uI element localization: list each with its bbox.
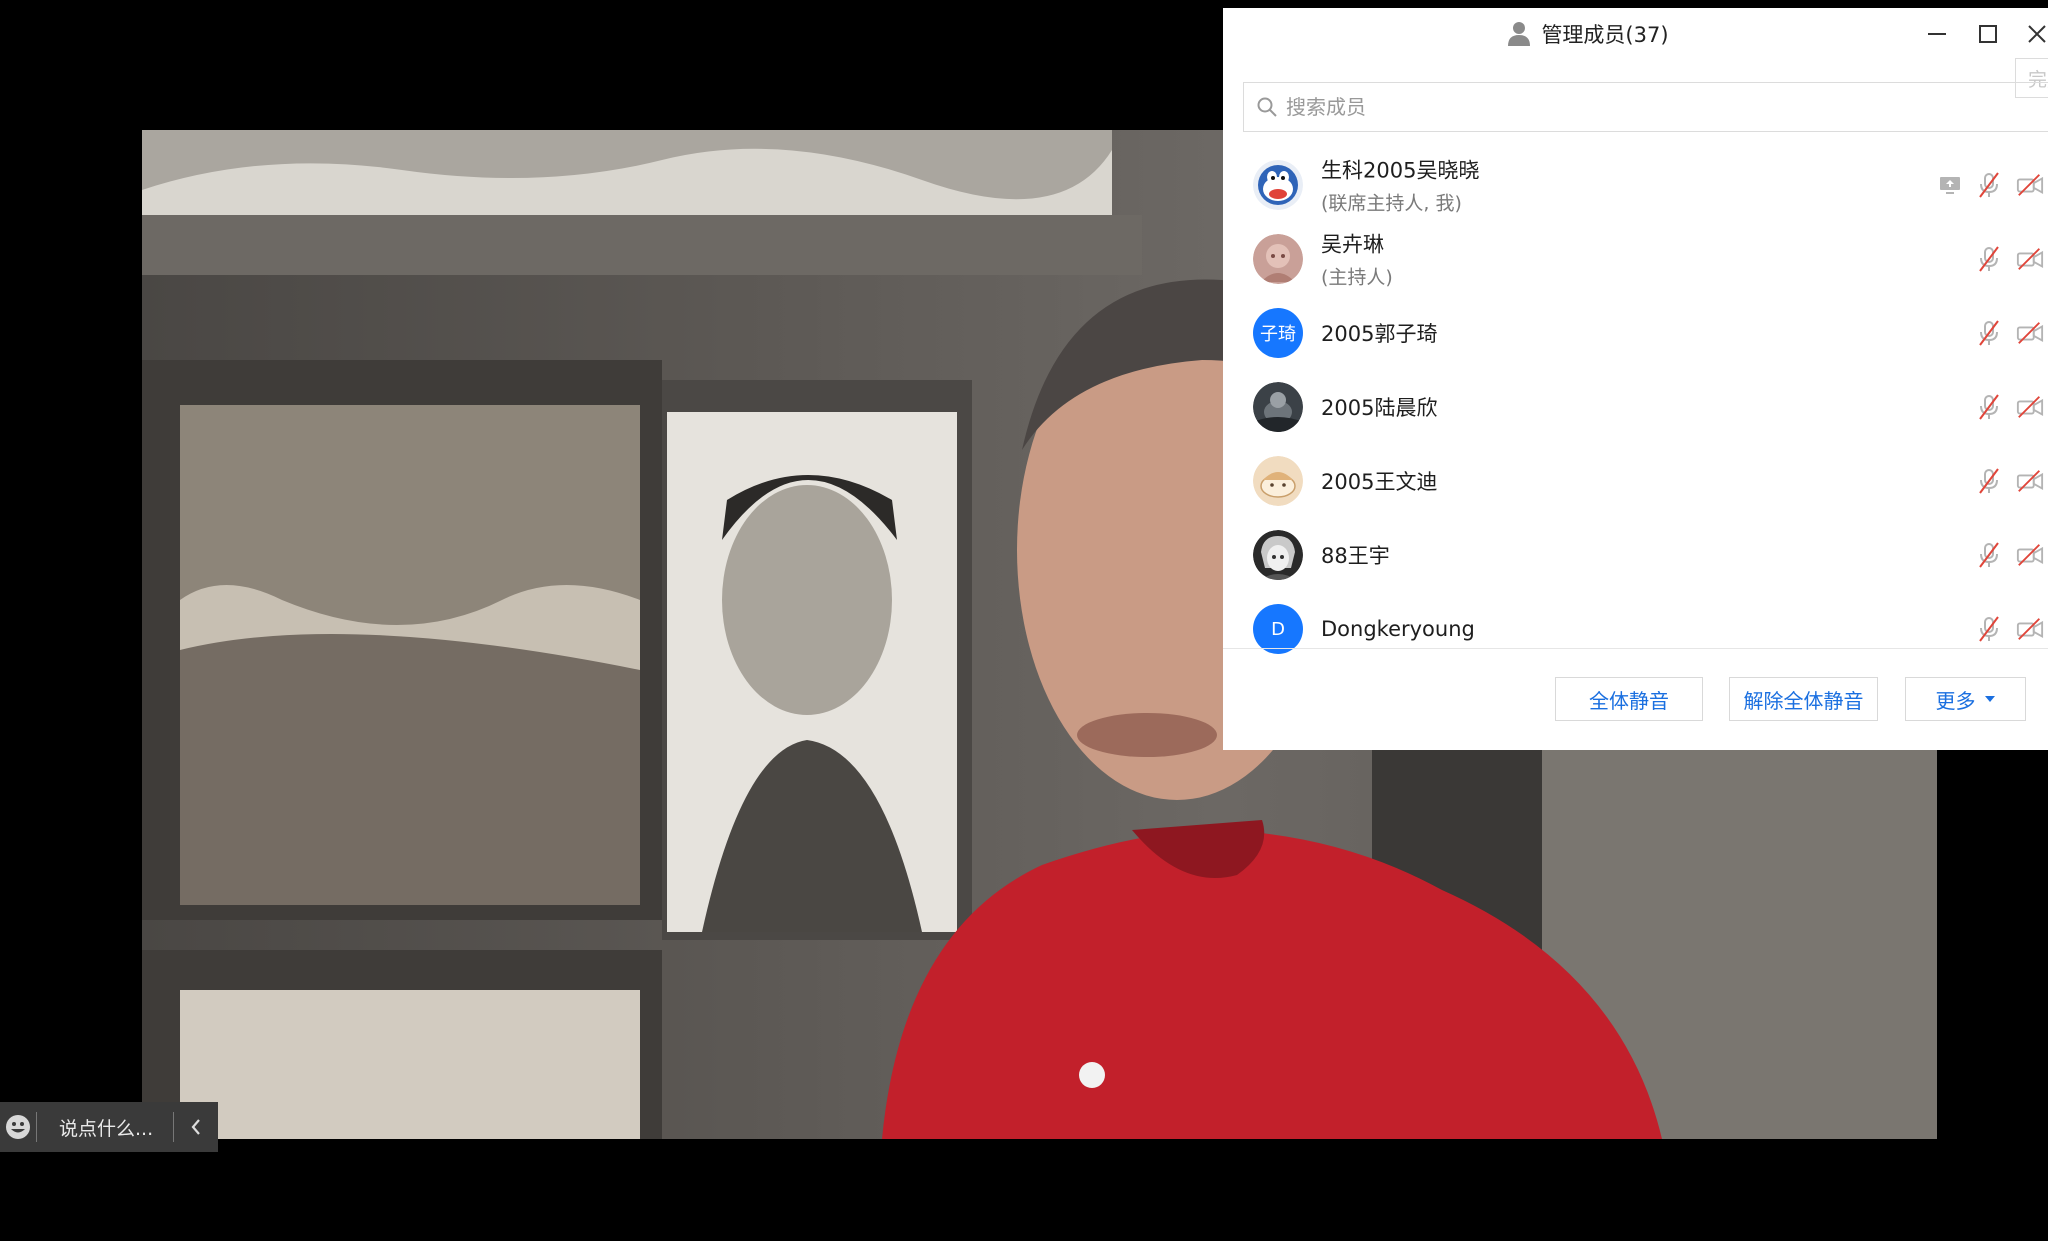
mic-muted-icon[interactable] <box>1975 467 2003 495</box>
member-name: Dongkeryoung <box>1321 617 1475 641</box>
mic-muted-icon[interactable] <box>1975 541 2003 569</box>
minimize-icon <box>1928 33 1946 35</box>
manage-members-panel: 管理成员(37) 完成 <box>1223 8 2048 750</box>
camera-off-icon[interactable] <box>2016 393 2044 421</box>
member-role: (联席主持人, 我) <box>1321 192 1462 215</box>
camera-off-icon[interactable] <box>2016 171 2044 199</box>
list-item[interactable]: 88王宇 <box>1223 518 2048 592</box>
chat-bar: 说点什么... <box>0 1102 218 1152</box>
maximize-icon <box>1979 25 1997 43</box>
member-role: (主持人) <box>1321 266 1393 289</box>
person-icon <box>1508 22 1531 46</box>
close-button[interactable] <box>2024 21 2048 47</box>
mic-muted-icon[interactable] <box>1975 319 2003 347</box>
more-label: 更多 <box>1935 688 1976 713</box>
mute-all-button[interactable]: 全体静音 <box>1555 677 1703 721</box>
unmute-all-button[interactable]: 解除全体静音 <box>1729 677 1878 721</box>
panel-titlebar: 管理成员(37) <box>1223 8 2048 60</box>
member-name: 2005王文迪 <box>1321 470 1438 494</box>
search-input[interactable] <box>1286 95 1886 119</box>
list-item[interactable]: D Dongkeryoung <box>1223 592 2048 666</box>
mic-muted-icon[interactable] <box>1975 393 2003 421</box>
avatar <box>1253 530 1303 580</box>
avatar: 子琦 <box>1253 308 1303 358</box>
avatar <box>1253 160 1303 210</box>
footer-divider <box>1223 648 2048 649</box>
list-item[interactable]: 生科2005吴晓晓 (联席主持人, 我) <box>1223 148 2048 222</box>
member-name: 2005郭子琦 <box>1321 322 1438 346</box>
chevron-left-icon[interactable] <box>174 1102 218 1152</box>
screen-share-icon[interactable] <box>1936 171 1964 199</box>
camera-off-icon[interactable] <box>2016 467 2044 495</box>
list-item[interactable]: 2005陆晨欣 <box>1223 370 2048 444</box>
member-list: 生科2005吴晓晓 (联席主持人, 我) 吴卉琳 (主持人) 子琦 2005郭子… <box>1223 148 2048 666</box>
chat-input[interactable]: 说点什么... <box>37 1114 173 1141</box>
member-name: 吴卉琳 <box>1321 232 1384 257</box>
list-item[interactable]: 子琦 2005郭子琦 <box>1223 296 2048 370</box>
panel-title-text: 管理成员(37) <box>1541 23 1669 47</box>
mic-muted-icon[interactable] <box>1975 171 2003 199</box>
member-name: 88王宇 <box>1321 544 1390 568</box>
camera-off-icon[interactable] <box>2016 541 2044 569</box>
mic-muted-icon[interactable] <box>1975 245 2003 273</box>
camera-off-icon[interactable] <box>2016 245 2044 273</box>
list-item[interactable]: 吴卉琳 (主持人) <box>1223 222 2048 296</box>
maximize-button[interactable] <box>1975 21 2001 47</box>
avatar <box>1253 456 1303 506</box>
member-name: 生科2005吴晓晓 <box>1321 158 1480 183</box>
camera-off-icon[interactable] <box>2016 615 2044 643</box>
more-button[interactable]: 更多 <box>1905 677 2026 721</box>
list-item[interactable]: 2005王文迪 <box>1223 444 2048 518</box>
minimize-button[interactable] <box>1924 21 1950 47</box>
caret-down-icon <box>1984 696 1995 702</box>
emoji-icon[interactable] <box>0 1114 36 1140</box>
member-name: 2005陆晨欣 <box>1321 396 1438 420</box>
avatar <box>1253 234 1303 284</box>
mic-muted-icon[interactable] <box>1975 615 2003 643</box>
avatar <box>1253 382 1303 432</box>
panel-title: 管理成员(37) <box>1507 19 1669 49</box>
close-icon <box>2028 25 2046 43</box>
avatar: D <box>1253 604 1303 654</box>
member-search[interactable] <box>1243 82 2048 132</box>
camera-off-icon[interactable] <box>2016 319 2044 347</box>
search-icon <box>1257 97 1277 117</box>
